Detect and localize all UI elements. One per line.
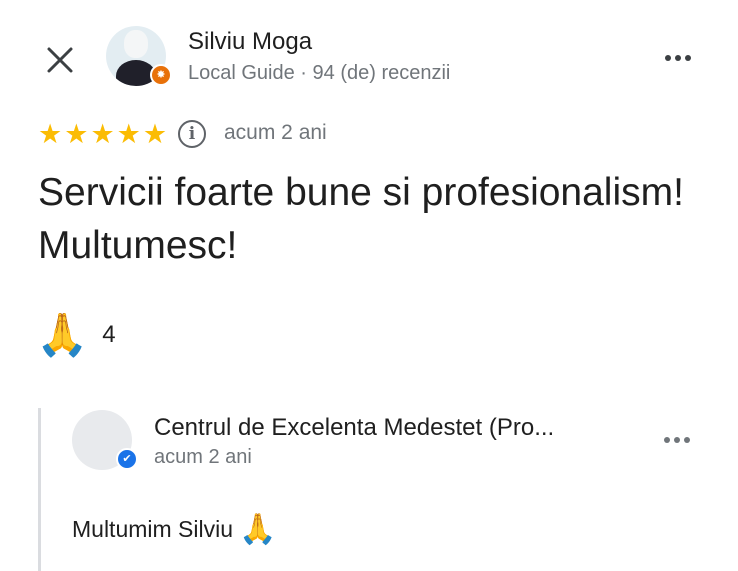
reply-divider [38, 408, 41, 571]
verified-check-icon: ✔ [116, 448, 138, 470]
owner-name[interactable]: Centrul de Excelenta Medestet (Pro... [154, 414, 554, 442]
review-date: acum 2 ani [224, 121, 327, 144]
close-icon [47, 47, 73, 73]
review-text: Servicii foarte bune si profesionalism! … [38, 171, 684, 267]
reaction-count: 4 [102, 321, 116, 348]
star-icon: ★ [116, 119, 141, 149]
info-icon[interactable]: i [178, 120, 206, 148]
more-horizontal-icon [664, 437, 670, 443]
folded-hands-icon: 🙏 [239, 513, 277, 546]
more-horizontal-icon [665, 55, 671, 61]
close-button[interactable] [40, 40, 80, 80]
reviewer-meta: Local Guide · 94 (de) recenzii [188, 62, 451, 84]
star-icon: ★ [142, 119, 168, 149]
reply-date: acum 2 ani [154, 446, 252, 468]
star-rating: ★ ★ ★ ★ ★ [38, 120, 167, 148]
star-icon: ★ [64, 119, 89, 149]
reply-text: Multumim Silviu [72, 516, 234, 542]
local-guide-badge-icon: ✸ [150, 64, 172, 86]
reply-more-options-button[interactable] [657, 420, 697, 460]
star-icon: ★ [90, 119, 115, 149]
star-icon: ★ [38, 119, 63, 149]
reviewer-name[interactable]: Silviu Moga [188, 28, 312, 56]
folded-hands-icon: 🙏 [36, 311, 89, 358]
more-options-button[interactable] [658, 38, 698, 78]
reply-text-container: Multumim Silviu 🙏 [72, 512, 276, 547]
reaction-button[interactable]: 🙏 4 [36, 312, 116, 358]
